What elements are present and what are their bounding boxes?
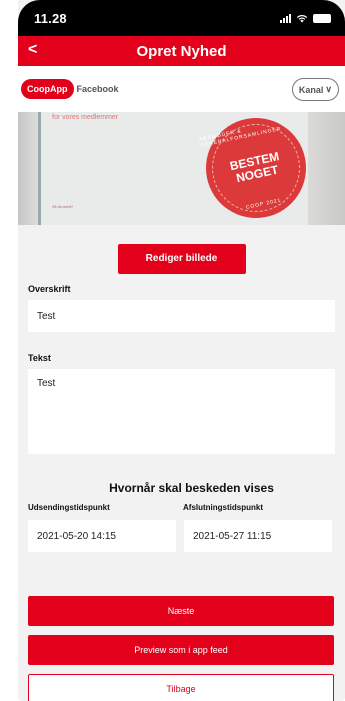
chevron-down-icon: ∨: [325, 84, 332, 94]
schedule-title: Hvornår skal beskeden vises: [109, 481, 274, 495]
send-time-field[interactable]: 2021-05-20 14:15: [28, 520, 176, 552]
back-chevron-icon[interactable]: <: [28, 41, 37, 59]
preview-button[interactable]: Preview som i app feed: [28, 635, 334, 665]
status-icons: [280, 13, 331, 23]
next-button[interactable]: Næste: [28, 596, 334, 626]
status-bar: 11.28: [18, 0, 345, 36]
edit-image-area: Rediger billede: [18, 225, 345, 280]
news-image: for vores medlemmer Vil du med? ÅRSMØDER…: [18, 112, 345, 225]
send-time-label: Udsendingstidspunkt: [28, 503, 110, 512]
battery-icon: [313, 13, 331, 23]
channel-selector: CoopApp Facebook Kanal ∨: [18, 66, 345, 112]
wifi-icon: [296, 14, 308, 22]
text-label: Tekst: [28, 353, 51, 363]
top-navbar: < Opret Nyhed: [18, 36, 345, 66]
date-labels: Udsendingstidspunkt Afslutningstidspunkt: [18, 503, 345, 512]
channel-tab-coopapp[interactable]: CoopApp: [21, 79, 74, 99]
signal-icon: [280, 13, 291, 23]
kanal-dropdown[interactable]: Kanal ∨: [291, 78, 339, 101]
end-time-label: Afslutningstidspunkt: [183, 503, 263, 512]
headline-input[interactable]: Test: [28, 300, 335, 332]
end-time-field[interactable]: 2021-05-27 11:15: [184, 520, 332, 552]
kanal-label: Kanal: [298, 84, 324, 95]
phone-screen: 11.28 < Opret Nyhed CoopApp Facebook Kan…: [18, 0, 345, 701]
page-title: Opret Nyhed: [136, 42, 227, 60]
text-input[interactable]: Test: [28, 369, 335, 454]
back-button[interactable]: Tilbage: [28, 674, 334, 701]
image-headline: for vores medlemmer: [52, 114, 119, 121]
edit-image-button[interactable]: Rediger billede: [117, 243, 246, 274]
date-fields: 2021-05-20 14:15 2021-05-27 11:15: [28, 520, 335, 552]
channel-tab-facebook[interactable]: Facebook: [77, 84, 119, 94]
headline-label: Overskrift: [28, 284, 71, 294]
status-time: 11.28: [34, 10, 67, 26]
image-small-text: Vil du med?: [52, 204, 74, 209]
